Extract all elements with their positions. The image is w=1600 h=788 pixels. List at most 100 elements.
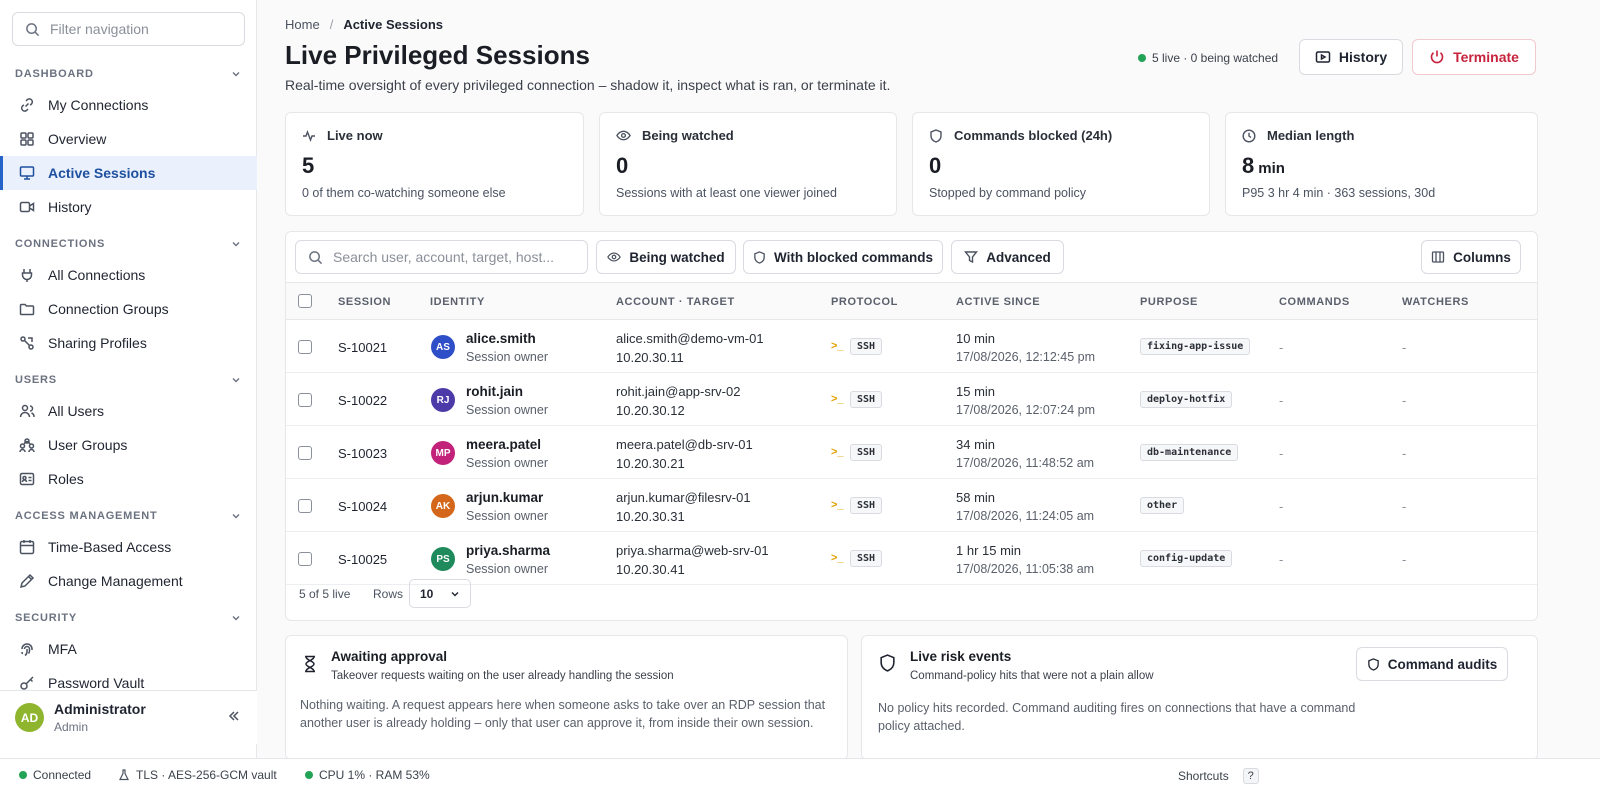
col-account-target[interactable]: ACCOUNT · TARGET <box>616 296 735 308</box>
sidebar-item-my-connections[interactable]: My Connections <box>0 88 257 122</box>
commands-count: - <box>1279 552 1284 567</box>
stat-card-commands-blocked: Commands blocked (24h) 0 Stopped by comm… <box>912 112 1210 216</box>
section-users[interactable]: USERS <box>0 366 257 394</box>
row-count: 5 of 5 live <box>299 587 351 601</box>
terminal-icon: >_ <box>831 552 844 564</box>
row-checkbox[interactable] <box>298 393 312 407</box>
col-watchers[interactable]: WATCHERS <box>1402 296 1469 308</box>
chevron-down-icon <box>232 378 240 383</box>
command-audits-button[interactable]: Command audits <box>1356 647 1508 681</box>
panel-subtitle: Takeover requests waiting on the user al… <box>331 670 674 682</box>
history-button[interactable]: History <box>1299 39 1403 75</box>
watchers-count: - <box>1402 552 1407 567</box>
table-row[interactable]: S-10022 RJ rohit.jain Session owner rohit… <box>286 373 1537 426</box>
section-access-management[interactable]: ACCESS MANAGEMENT <box>0 502 257 530</box>
col-session[interactable]: SESSION <box>338 296 391 308</box>
col-protocol[interactable]: PROTOCOL <box>831 296 898 308</box>
connection-status: Connected <box>19 768 91 782</box>
identity-role: Session owner <box>466 403 548 417</box>
sidebar-item-user-groups[interactable]: User Groups <box>0 428 257 462</box>
active-since-date: 17/08/2026, 12:07:24 pm <box>956 403 1096 417</box>
row-checkbox[interactable] <box>298 552 312 566</box>
sidebar-item-time-based-access[interactable]: Time-Based Access <box>0 530 257 564</box>
col-commands[interactable]: COMMANDS <box>1279 296 1350 308</box>
purpose-tag: deploy-hotfix <box>1140 391 1233 408</box>
protocol-badge: SSH <box>850 338 883 355</box>
shortcut-key: ? <box>1242 768 1259 784</box>
sidebar-item-all-users[interactable]: All Users <box>0 394 257 428</box>
grid-icon <box>20 132 34 146</box>
filter-navigation-input[interactable]: Filter navigation <box>12 12 245 46</box>
rows-per-page-select[interactable]: 10 <box>409 579 471 608</box>
row-checkbox[interactable] <box>298 340 312 354</box>
purpose-tag: db-maintenance <box>1140 444 1239 461</box>
identity-role: Session owner <box>466 509 548 523</box>
purpose-tag: fixing-app-issue <box>1140 338 1251 355</box>
commands-count: - <box>1279 340 1284 355</box>
filter-blocked-commands-button[interactable]: With blocked commands <box>743 240 943 274</box>
avatar: MP <box>431 441 455 465</box>
search-icon <box>309 250 323 264</box>
table-row[interactable]: S-10021 AS alice.smith Session owner alic… <box>286 320 1537 373</box>
table-footer: 5 of 5 live Rows 10 <box>286 568 1537 620</box>
users-icon <box>19 404 35 418</box>
section-connections[interactable]: CONNECTIONS <box>0 230 257 258</box>
nav-list[interactable]: DASHBOARD My Connections Overview Active… <box>0 60 257 690</box>
sidebar-item-mfa[interactable]: MFA <box>0 632 257 666</box>
session-id: S-10023 <box>338 446 388 461</box>
user-profile[interactable]: AD Administrator Admin <box>0 690 257 744</box>
chevron-down-icon <box>232 616 240 621</box>
identity-name: arjun.kumar <box>466 490 544 505</box>
sidebar-item-change-management[interactable]: Change Management <box>0 564 257 598</box>
columns-button[interactable]: Columns <box>1421 240 1521 274</box>
section-dashboard[interactable]: DASHBOARD <box>0 60 257 88</box>
breadcrumb: Home / Active Sessions <box>285 17 443 32</box>
col-purpose[interactable]: PURPOSE <box>1140 296 1198 308</box>
collapse-sidebar-icon[interactable] <box>227 709 241 723</box>
row-checkbox[interactable] <box>298 499 312 513</box>
watchers-count: - <box>1402 499 1407 514</box>
protocol-badge: SSH <box>850 444 883 461</box>
sidebar-item-history[interactable]: History <box>0 190 257 224</box>
target-ip: 10.20.30.21 <box>616 456 685 471</box>
sidebar-item-roles[interactable]: Roles <box>0 462 257 496</box>
identity-name: meera.patel <box>466 437 542 452</box>
col-active-since[interactable]: ACTIVE SINCE <box>956 296 1040 308</box>
power-icon <box>1430 50 1444 64</box>
sidebar-item-connection-groups[interactable]: Connection Groups <box>0 292 257 326</box>
terminate-button[interactable]: Terminate <box>1412 39 1536 75</box>
commands-count: - <box>1279 393 1284 408</box>
session-id: S-10021 <box>338 340 388 355</box>
advanced-filter-button[interactable]: Advanced <box>951 240 1064 274</box>
row-checkbox[interactable] <box>298 446 312 460</box>
sidebar-item-overview[interactable]: Overview <box>0 122 257 156</box>
eye-icon <box>616 130 631 141</box>
section-security[interactable]: SECURITY <box>0 604 257 632</box>
target-ip: 10.20.30.12 <box>616 403 685 418</box>
select-all-checkbox[interactable] <box>298 294 312 308</box>
table-row[interactable]: S-10024 AK arjun.kumar Session owner arju… <box>286 479 1537 532</box>
chevron-down-icon <box>232 72 240 77</box>
sidebar-item-active-sessions[interactable]: Active Sessions <box>0 156 257 190</box>
identity-name: alice.smith <box>466 331 536 346</box>
fingerprint-icon <box>21 643 33 657</box>
tls-status: TLS · AES-256-GCM vault <box>118 768 277 782</box>
breadcrumb-home[interactable]: Home <box>285 17 320 32</box>
session-id: S-10022 <box>338 393 388 408</box>
purpose-tag: other <box>1140 497 1185 514</box>
columns-icon <box>1431 251 1445 263</box>
sidebar-item-password-vault[interactable]: Password Vault <box>0 666 257 690</box>
table-row[interactable]: S-10023 MP meera.patel Session owner meer… <box>286 426 1537 479</box>
target-ip: 10.20.30.31 <box>616 509 685 524</box>
avatar: AS <box>431 335 455 359</box>
terminal-icon: >_ <box>831 446 844 458</box>
session-search-input[interactable]: Search user, account, target, host... <box>295 240 588 274</box>
sidebar-item-all-connections[interactable]: All Connections <box>0 258 257 292</box>
eye-icon <box>607 252 622 262</box>
shortcuts-link[interactable]: Shortcuts ? <box>1178 768 1259 784</box>
status-bar: Connected TLS · AES-256-GCM vault CPU 1%… <box>0 758 1600 788</box>
sidebar-item-sharing-profiles[interactable]: Sharing Profiles <box>0 326 257 360</box>
filter-being-watched-button[interactable]: Being watched <box>596 240 736 274</box>
chevron-down-icon <box>451 591 459 596</box>
col-identity[interactable]: IDENTITY <box>430 296 485 308</box>
